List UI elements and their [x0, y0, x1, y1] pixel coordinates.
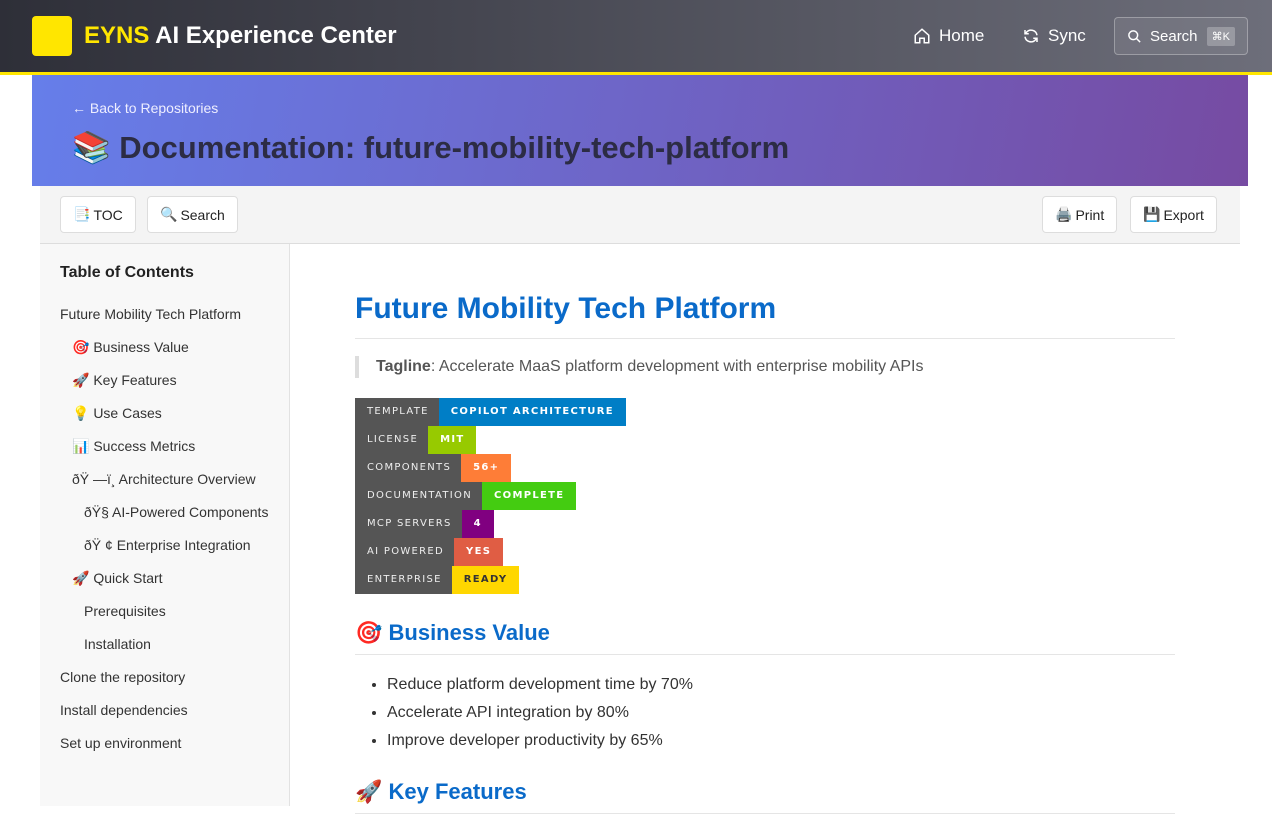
shortcut-hint: ⌘K [1206, 26, 1235, 46]
badge-label: DOCUMENTATION [355, 482, 483, 510]
sync-icon [1024, 29, 1038, 43]
toc-item[interactable]: Clone the repository [60, 667, 275, 688]
toc-item[interactable]: 🚀 Key Features [60, 370, 275, 391]
toc-item[interactable]: Install dependencies [60, 700, 275, 721]
list-item: Improve developer productivity by 65% [387, 727, 1175, 755]
search-icon [1128, 29, 1141, 43]
top-nav-bar: EYNS AI Experience Center Home Sync Sear… [0, 0, 1272, 75]
badge-label: LICENSE [355, 426, 429, 454]
global-search-button[interactable]: Search ⌘K [1114, 17, 1248, 55]
toc-item[interactable]: 🎯 Business Value [60, 337, 275, 358]
badge-value: 4 [461, 510, 494, 538]
doc-content: Future Mobility Tech Platform Tagline: A… [355, 244, 1175, 814]
list-item: Accelerate API integration by 80% [387, 699, 1175, 727]
toc-item[interactable]: 💡 Use Cases [60, 403, 275, 424]
toc-icon: 📑 [73, 206, 91, 222]
section-business-value: 🎯 Business Value [355, 620, 1175, 655]
page-banner: ← Back to Repositories 📚 Documentation: … [32, 75, 1248, 186]
badge-value: MIT [428, 426, 477, 454]
toc-sidebar: Table of Contents Future Mobility Tech P… [40, 244, 290, 806]
badge: DOCUMENTATION COMPLETE [355, 482, 1175, 510]
badge-label: COMPONENTS [355, 454, 462, 482]
badge: LICENSE MIT [355, 426, 1175, 454]
badge-label: MCP SERVERS [355, 510, 462, 538]
badge-value: COMPLETE [482, 482, 577, 510]
toc-item[interactable]: 📊 Success Metrics [60, 436, 275, 457]
books-icon: 📚 [72, 130, 111, 165]
doc-toolbar: 📑 TOC 🔍 Search 🖨️ Print 💾 Export [40, 186, 1240, 244]
doc-title: Future Mobility Tech Platform [355, 292, 1175, 339]
toc-item[interactable]: Future Mobility Tech Platform [60, 304, 275, 325]
brand-title[interactable]: EYNS AI Experience Center [84, 22, 397, 50]
home-icon [914, 28, 930, 44]
toc-item[interactable]: Prerequisites [60, 601, 275, 622]
nav-home[interactable]: Home [913, 26, 984, 46]
toc-list: Future Mobility Tech Platform 🎯 Business … [60, 304, 275, 766]
print-button[interactable]: 🖨️ Print [1042, 196, 1118, 233]
list-item: Reduce platform development time by 70% [387, 671, 1175, 699]
tagline-quote: Tagline: Accelerate MaaS platform develo… [355, 356, 1175, 378]
section-key-features: 🚀 Key Features [355, 779, 1175, 814]
toc-item[interactable]: Set up environment [60, 733, 275, 754]
export-button[interactable]: 💾 Export [1130, 196, 1217, 233]
back-to-repositories-link[interactable]: ← Back to Repositories [72, 100, 218, 116]
page-title: 📚 Documentation: future-mobility-tech-pl… [72, 130, 790, 165]
badge-value: 56+ [461, 454, 512, 482]
badge: ENTERPRISE READY [355, 566, 1175, 594]
toc-item[interactable]: ðŸ —ï¸ Architecture Overview [60, 469, 275, 490]
badge: AI POWERED YES [355, 538, 1175, 566]
badge: MCP SERVERS 4 [355, 510, 1175, 538]
badge-value: YES [454, 538, 504, 566]
badge: COMPONENTS 56+ [355, 454, 1175, 482]
doc-search-button[interactable]: 🔍 Search [147, 196, 238, 233]
toc-item[interactable]: 🚀 Quick Start [60, 568, 275, 589]
badge-label: ENTERPRISE [355, 566, 452, 594]
business-value-list: Reduce platform development time by 70%A… [355, 671, 1175, 755]
logo[interactable] [32, 16, 72, 56]
badge-label: TEMPLATE [355, 398, 439, 426]
nav-sync[interactable]: Sync [1022, 26, 1086, 46]
printer-icon: 🖨️ [1055, 206, 1073, 222]
badge-list: TEMPLATE COPILOT ARCHITECTURE LICENSE MIT CO… [355, 398, 1175, 594]
badge-label: AI POWERED [355, 538, 455, 566]
toc-item[interactable]: ðŸ§ AI-Powered Components [60, 502, 275, 523]
badge-value: READY [451, 566, 520, 594]
toc-item[interactable]: Installation [60, 634, 275, 655]
toc-item[interactable]: ðŸ ¢ Enterprise Integration [60, 535, 275, 556]
badge: TEMPLATE COPILOT ARCHITECTURE [355, 398, 1175, 426]
magnifier-icon: 🔍 [160, 206, 178, 222]
badge-value: COPILOT ARCHITECTURE [438, 398, 626, 426]
toc-button[interactable]: 📑 TOC [60, 196, 136, 233]
toc-title: Table of Contents [60, 264, 194, 281]
floppy-disk-icon: 💾 [1143, 206, 1161, 222]
